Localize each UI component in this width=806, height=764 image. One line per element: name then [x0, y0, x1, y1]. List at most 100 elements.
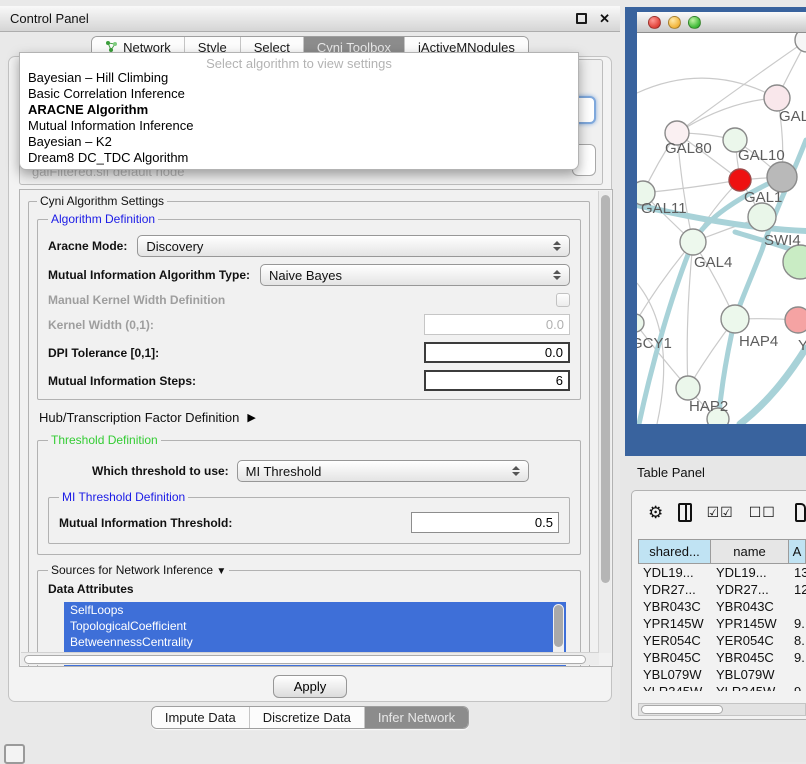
network-canvas[interactable]: GAL GAL80 GAL10 GAL1 GAL11 SWI4 GAL4 GCY… — [637, 33, 806, 424]
column-header-name[interactable]: name — [711, 539, 789, 564]
table-row[interactable]: YDL19...YDL19...13 — [638, 564, 806, 581]
manual-kernel-width-checkbox[interactable] — [556, 293, 570, 307]
node-label: Y — [798, 337, 806, 354]
list-item[interactable]: SelfLoops — [64, 602, 566, 618]
tab-impute-data[interactable]: Impute Data — [152, 707, 249, 728]
table-toolbar: ⚙ ☑☑ ☐☐ — [632, 491, 806, 533]
mi-steps-field[interactable] — [424, 370, 570, 391]
algorithm-option-mutual-information[interactable]: Mutual Information Inference — [20, 118, 578, 134]
table-row[interactable]: YER054CYER054C8. — [638, 632, 806, 649]
combo-arrows-icon — [553, 241, 561, 251]
split-panel-icon[interactable] — [678, 503, 691, 522]
aracne-mode-label: Aracne Mode: — [48, 239, 127, 253]
kernel-width-field[interactable] — [424, 314, 570, 335]
algorithm-option-bayesian-hill-climbing[interactable]: Bayesian – Hill Climbing — [20, 70, 578, 86]
gear-icon[interactable]: ⚙ — [648, 504, 663, 521]
control-panel-content: galFiltered.sif default node Select algo… — [8, 56, 612, 702]
table-row[interactable]: YPR145WYPR145W9. — [638, 615, 806, 632]
table-row[interactable]: YLR345WYLR345W9. — [638, 683, 806, 691]
network-node-gal1[interactable] — [729, 169, 751, 191]
column-header-shared-name[interactable]: shared... — [638, 539, 711, 564]
table-panel-titlebar: Table Panel — [620, 456, 806, 488]
algorithm-option-bayesian-k2[interactable]: Bayesian – K2 — [20, 134, 578, 150]
expanded-arrow-icon: ▼ — [216, 566, 226, 577]
node-label: GAL80 — [665, 140, 712, 157]
minimized-panel-icon[interactable] — [4, 744, 25, 764]
network-view-window: GAL GAL80 GAL10 GAL1 GAL11 SWI4 GAL4 GCY… — [625, 7, 806, 456]
tab-infer-network[interactable]: Infer Network — [364, 707, 468, 728]
network-node-gal4[interactable] — [680, 229, 706, 255]
threshold-definition-group: Threshold Definition Which threshold to … — [37, 433, 581, 555]
zoom-traffic-light-icon[interactable] — [688, 16, 701, 29]
table-row[interactable]: YDR27...YDR27...12 — [638, 581, 806, 598]
network-node-salmon[interactable] — [785, 307, 806, 333]
mi-threshold-field[interactable] — [411, 512, 559, 533]
manual-kernel-width-label: Manual Kernel Width Definition — [48, 293, 225, 307]
table-header-row: shared... name A — [638, 539, 806, 564]
kernel-width-label: Kernel Width (0,1): — [48, 318, 154, 332]
dpi-tolerance-field[interactable] — [424, 342, 570, 363]
control-panel-title: Control Panel — [10, 11, 89, 26]
control-panel-titlebar: Control Panel ✕ — [0, 6, 620, 32]
algorithm-option-dream8[interactable]: Dream8 DC_TDC Algorithm — [20, 150, 578, 166]
settings-vertical-scrollbar[interactable] — [598, 191, 611, 653]
bottom-tabbar: Impute Data Discretize Data Infer Networ… — [0, 706, 620, 729]
mi-algorithm-type-combobox[interactable]: Naive Bayes — [260, 264, 570, 286]
node-label: GCY1 — [637, 335, 672, 352]
settings-horizontal-scrollbar[interactable] — [21, 652, 599, 665]
list-item[interactable]: BetweennessCentrality — [64, 634, 566, 650]
node-label: GAL4 — [694, 254, 732, 271]
minimize-traffic-light-icon[interactable] — [668, 16, 681, 29]
combo-arrows-icon — [512, 466, 520, 476]
float-window-icon[interactable] — [576, 13, 587, 24]
network-window-titlebar[interactable] — [637, 12, 806, 33]
document-icon[interactable] — [795, 503, 806, 522]
mi-algorithm-type-label: Mutual Information Algorithm Type: — [48, 268, 250, 282]
node-label: GAL1 — [744, 189, 782, 206]
network-node-gray[interactable] — [767, 162, 797, 192]
node-label: HAP4 — [739, 333, 778, 350]
dpi-tolerance-label: DPI Tolerance [0,1]: — [48, 346, 159, 360]
table-panel-title: Table Panel — [637, 465, 705, 480]
tab-discretize-data[interactable]: Discretize Data — [249, 707, 364, 728]
algorithm-option-aracne[interactable]: ARACNE Algorithm — [20, 102, 578, 118]
which-threshold-combobox[interactable]: MI Threshold — [237, 460, 529, 482]
close-traffic-light-icon[interactable] — [648, 16, 661, 29]
combo-arrows-icon — [553, 270, 561, 280]
algorithm-dropdown-placeholder: Select algorithm to view settings — [20, 53, 578, 70]
table-row[interactable]: YBR043CYBR043C — [638, 598, 806, 615]
cyni-algorithm-settings-group: Cyni Algorithm Settings Algorithm Defini… — [28, 194, 590, 667]
network-node-hap2[interactable] — [676, 376, 700, 400]
network-node-labels: GAL GAL80 GAL10 GAL1 GAL11 SWI4 GAL4 GCY… — [637, 108, 806, 415]
list-item-partial[interactable] — [64, 666, 566, 667]
apply-button[interactable]: Apply — [273, 675, 347, 698]
column-header-partial[interactable]: A — [789, 539, 806, 564]
algorithm-definition-legend: Algorithm Definition — [48, 212, 158, 226]
cyni-algorithm-settings-legend: Cyni Algorithm Settings — [37, 194, 167, 208]
close-icon[interactable]: ✕ — [599, 13, 610, 24]
algorithm-dropdown-popup: Select algorithm to view settings Bayesi… — [19, 52, 579, 170]
algorithm-definition-group: Algorithm Definition Aracne Mode: Discov… — [37, 212, 581, 400]
sources-legend[interactable]: Sources for Network Inference ▼ — [48, 563, 229, 577]
hub-definition-toggle[interactable]: Hub/Transcription Factor Definition ▶ — [39, 410, 581, 425]
network-node[interactable] — [795, 33, 806, 52]
table-row[interactable]: YBL079WYBL079W — [638, 666, 806, 683]
table-row[interactable]: YBR045CYBR045C9. — [638, 649, 806, 666]
aracne-mode-combobox[interactable]: Discovery — [137, 235, 570, 257]
select-all-checkboxes-icon[interactable]: ☑☑ — [707, 504, 734, 521]
node-label: HAP2 — [689, 398, 728, 415]
table-panel: Table Panel ⚙ ☑☑ ☐☐ shared... name A YDL… — [620, 456, 806, 762]
list-item[interactable]: TopologicalCoefficient — [64, 618, 566, 634]
network-node-swi4[interactable] — [748, 203, 776, 231]
node-label: GAL — [779, 108, 806, 125]
mi-steps-label: Mutual Information Steps: — [48, 374, 196, 388]
table-horizontal-scrollbar[interactable] — [638, 703, 806, 716]
network-node-gcy1[interactable] — [637, 314, 644, 332]
algorithm-option-basic-correlation[interactable]: Basic Correlation Inference — [20, 86, 578, 102]
deselect-all-checkboxes-icon[interactable]: ☐☐ — [749, 504, 776, 521]
network-node-hap4[interactable] — [721, 305, 749, 333]
collapsed-arrow-icon: ▶ — [247, 411, 255, 424]
node-label: GAL10 — [738, 147, 785, 164]
mi-threshold-label: Mutual Information Threshold: — [59, 516, 232, 530]
node-table: shared... name A YDL19...YDL19...13 YDR2… — [638, 539, 806, 691]
